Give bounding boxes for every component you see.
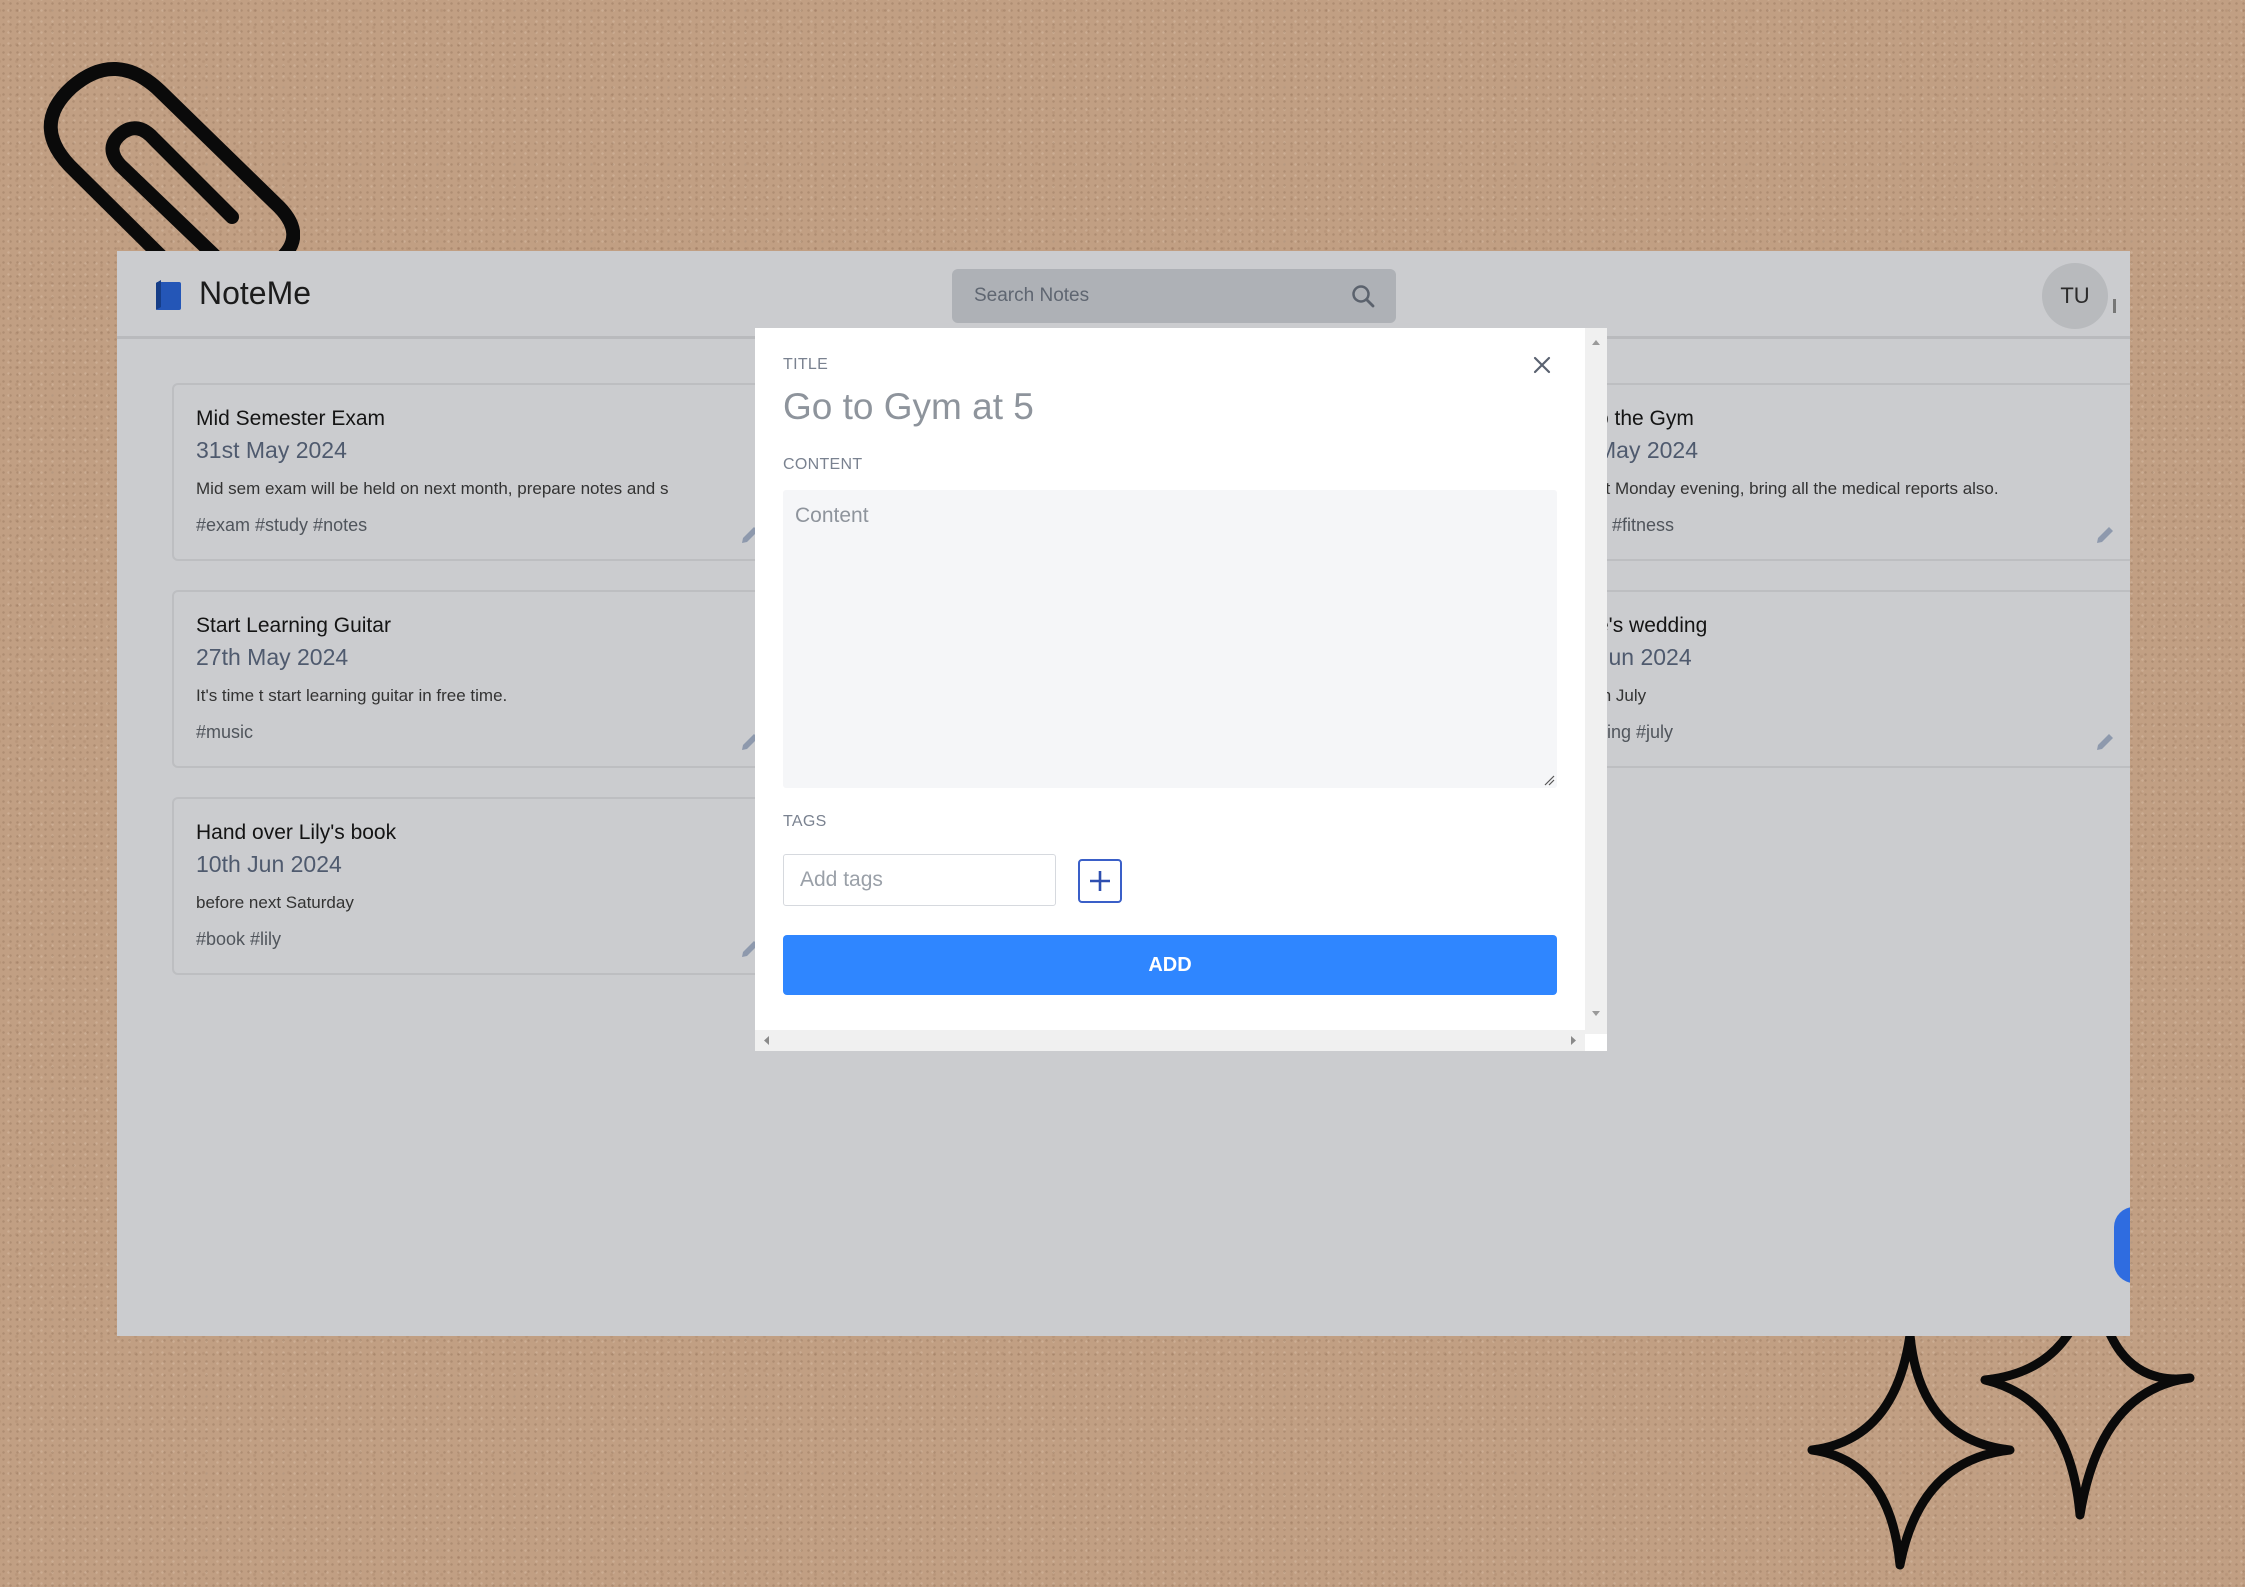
note-tags: #exam #study #notes [196,515,368,535]
note-card[interactable]: Hand over Lily's book 10th Jun 2024 befo… [172,797,772,975]
content-textarea[interactable]: Content [783,490,1557,788]
content-placeholder: Content [795,504,869,527]
note-title: o the Gym [1597,407,1694,430]
avatar[interactable]: TU [2042,263,2108,329]
plus-icon [1090,871,1110,891]
scroll-right-icon[interactable] [1565,1030,1581,1051]
app-name: NoteMe [199,275,312,311]
note-tags: n #fitness [1597,515,1675,535]
note-date: 31st May 2024 [196,437,347,463]
note-title: Start Learning Guitar [196,614,391,637]
content-label: CONTENT [783,456,863,473]
add-tag-button[interactable] [1078,859,1122,903]
add-note-fab[interactable] [2114,1207,2130,1283]
tags-placeholder: Add tags [800,868,883,891]
edit-icon[interactable] [2095,732,2115,752]
note-tags: #book #lily [196,929,282,949]
note-date: Jun 2024 [1597,644,1692,670]
close-icon[interactable] [1531,354,1553,376]
note-title: e's wedding [1597,614,1708,637]
note-tags: #music [196,722,254,742]
note-date: 27th May 2024 [196,644,349,670]
vertical-scrollbar[interactable] [1585,328,1607,1034]
paperclip-icon [43,61,300,282]
resize-handle-icon[interactable] [1543,774,1555,786]
note-logo-icon [156,280,181,310]
add-note-modal: TITLE CONTENT Content TAGS Add tags ADD [755,328,1607,1051]
note-title: Mid Semester Exam [196,407,386,430]
tags-label: TAGS [783,813,827,830]
search-placeholder: Search Notes [974,285,1090,306]
title-input[interactable] [783,386,1503,428]
search-icon[interactable] [1350,283,1376,309]
horizontal-scrollbar[interactable] [755,1030,1585,1051]
note-content: before next Saturday [196,893,354,912]
scroll-up-icon[interactable] [1585,334,1607,350]
note-card[interactable]: e's wedding Jun 2024 th July ding #july [1553,590,2130,768]
note-tags: ding #july [1597,722,1674,742]
tags-input[interactable]: Add tags [783,854,1056,906]
title-label: TITLE [783,356,829,373]
edit-icon[interactable] [2095,525,2115,545]
menu-indicator [2113,299,2116,313]
note-date: May 2024 [1597,437,1699,463]
navbar: NoteMe Search Notes TU [117,251,2130,339]
note-card[interactable]: Mid Semester Exam 31st May 2024 Mid sem … [172,383,772,561]
note-content: xt Monday evening, bring all the medical… [1597,479,1999,498]
note-content: It's time t start learning guitar in fre… [196,686,508,705]
add-button[interactable]: ADD [783,935,1557,995]
scroll-down-icon[interactable] [1585,1006,1607,1022]
note-card[interactable]: Start Learning Guitar 27th May 2024 It's… [172,590,772,768]
note-date: 10th Jun 2024 [196,851,342,877]
note-title: Hand over Lily's book [196,821,397,844]
search-input[interactable]: Search Notes [952,269,1396,323]
note-card[interactable]: o the Gym May 2024 xt Monday evening, br… [1553,383,2130,561]
scroll-left-icon[interactable] [759,1030,775,1051]
note-content: Mid sem exam will be held on next month,… [196,479,669,498]
